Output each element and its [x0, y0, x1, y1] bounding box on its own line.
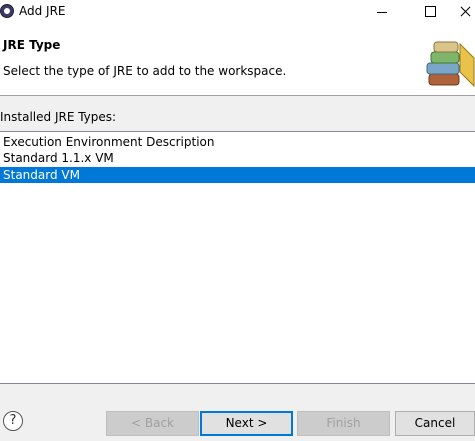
window-title: Add JRE [19, 4, 66, 18]
list-label: Installed JRE Types: [0, 110, 117, 124]
title-bar: Add JRE [0, 0, 475, 24]
list-item[interactable]: Execution Environment Description [0, 134, 475, 150]
finish-button[interactable]: Finish [297, 411, 390, 436]
eclipse-icon [0, 4, 14, 18]
jre-type-list[interactable]: Execution Environment Description Standa… [0, 131, 475, 384]
page-description: Select the type of JRE to add to the wor… [3, 64, 287, 78]
cancel-button[interactable]: Cancel [395, 411, 475, 436]
jre-books-icon [426, 41, 475, 88]
list-item[interactable]: Standard 1.1.x VM [0, 150, 475, 166]
back-button[interactable]: < Back [106, 411, 199, 436]
help-icon[interactable]: ? [3, 411, 23, 431]
wizard-header: JRE Type Select the type of JRE to add t… [0, 24, 475, 96]
list-item[interactable]: Standard VM [0, 167, 475, 183]
close-button[interactable] [436, 0, 475, 24]
minimize-button[interactable] [362, 0, 402, 24]
page-title: JRE Type [3, 38, 61, 52]
next-button[interactable]: Next > [200, 411, 293, 436]
